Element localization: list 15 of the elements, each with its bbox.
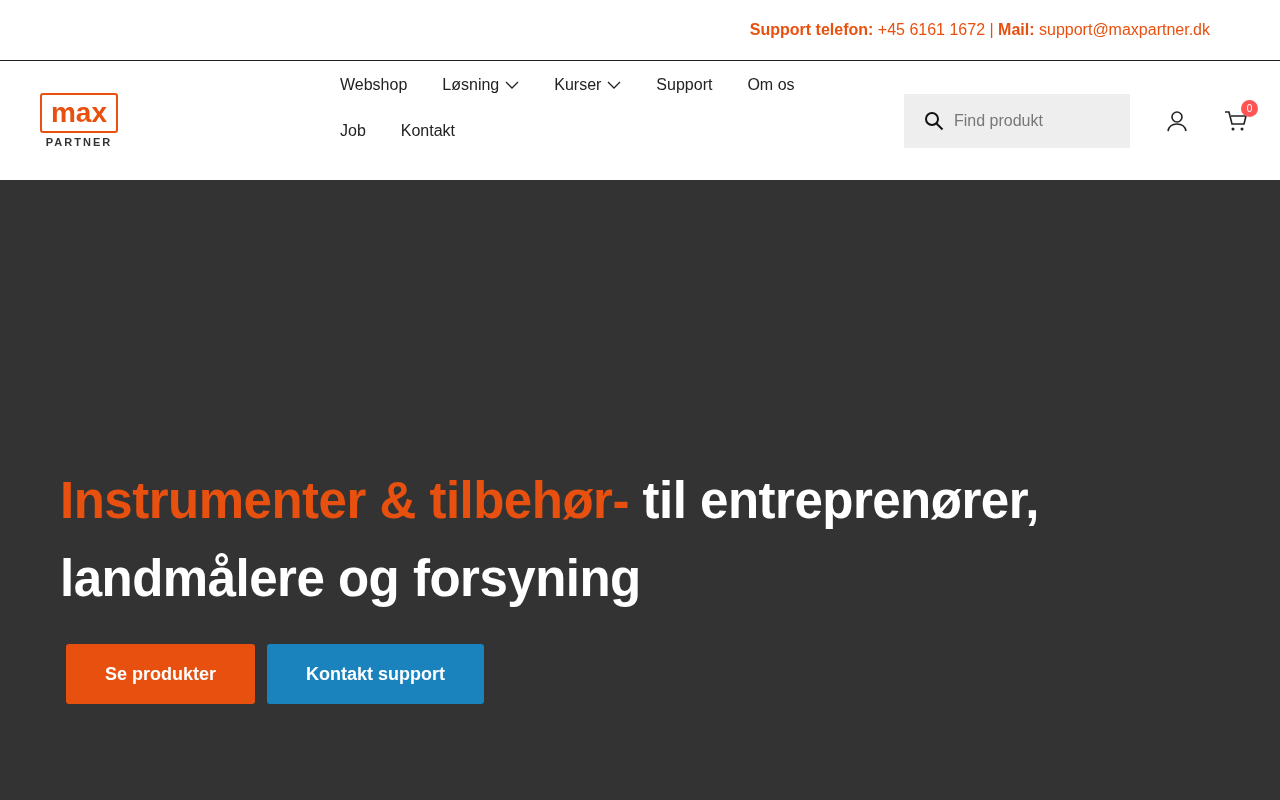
search-field[interactable]: Find produkt <box>904 93 1130 148</box>
nav-link[interactable]: Kurser <box>554 73 622 96</box>
nav-link[interactable]: Support <box>656 73 713 96</box>
contact-info: Support telefon: +45 6161 1672 | Mail: support@maxpartner.dk <box>749 21 1210 39</box>
nav-link[interactable]: Webshop <box>340 73 408 96</box>
user-icon[interactable] <box>1166 109 1188 132</box>
cart-count-badge: 0 <box>1241 99 1258 117</box>
hero-heading: Instrumenter & tilbehør- til entreprenører, landmålere og forsyning <box>60 471 1040 609</box>
cta-button[interactable]: Se produkter <box>66 644 256 704</box>
cta-button[interactable]: Kontakt support <box>267 644 485 704</box>
nav-link[interactable]: Om os <box>747 73 795 96</box>
nav-link[interactable]: Job <box>340 119 366 142</box>
nav-link[interactable]: Løsning <box>442 73 520 96</box>
nav-link[interactable]: Kontakt <box>400 119 456 142</box>
cart-icon[interactable] <box>1224 109 1248 132</box>
